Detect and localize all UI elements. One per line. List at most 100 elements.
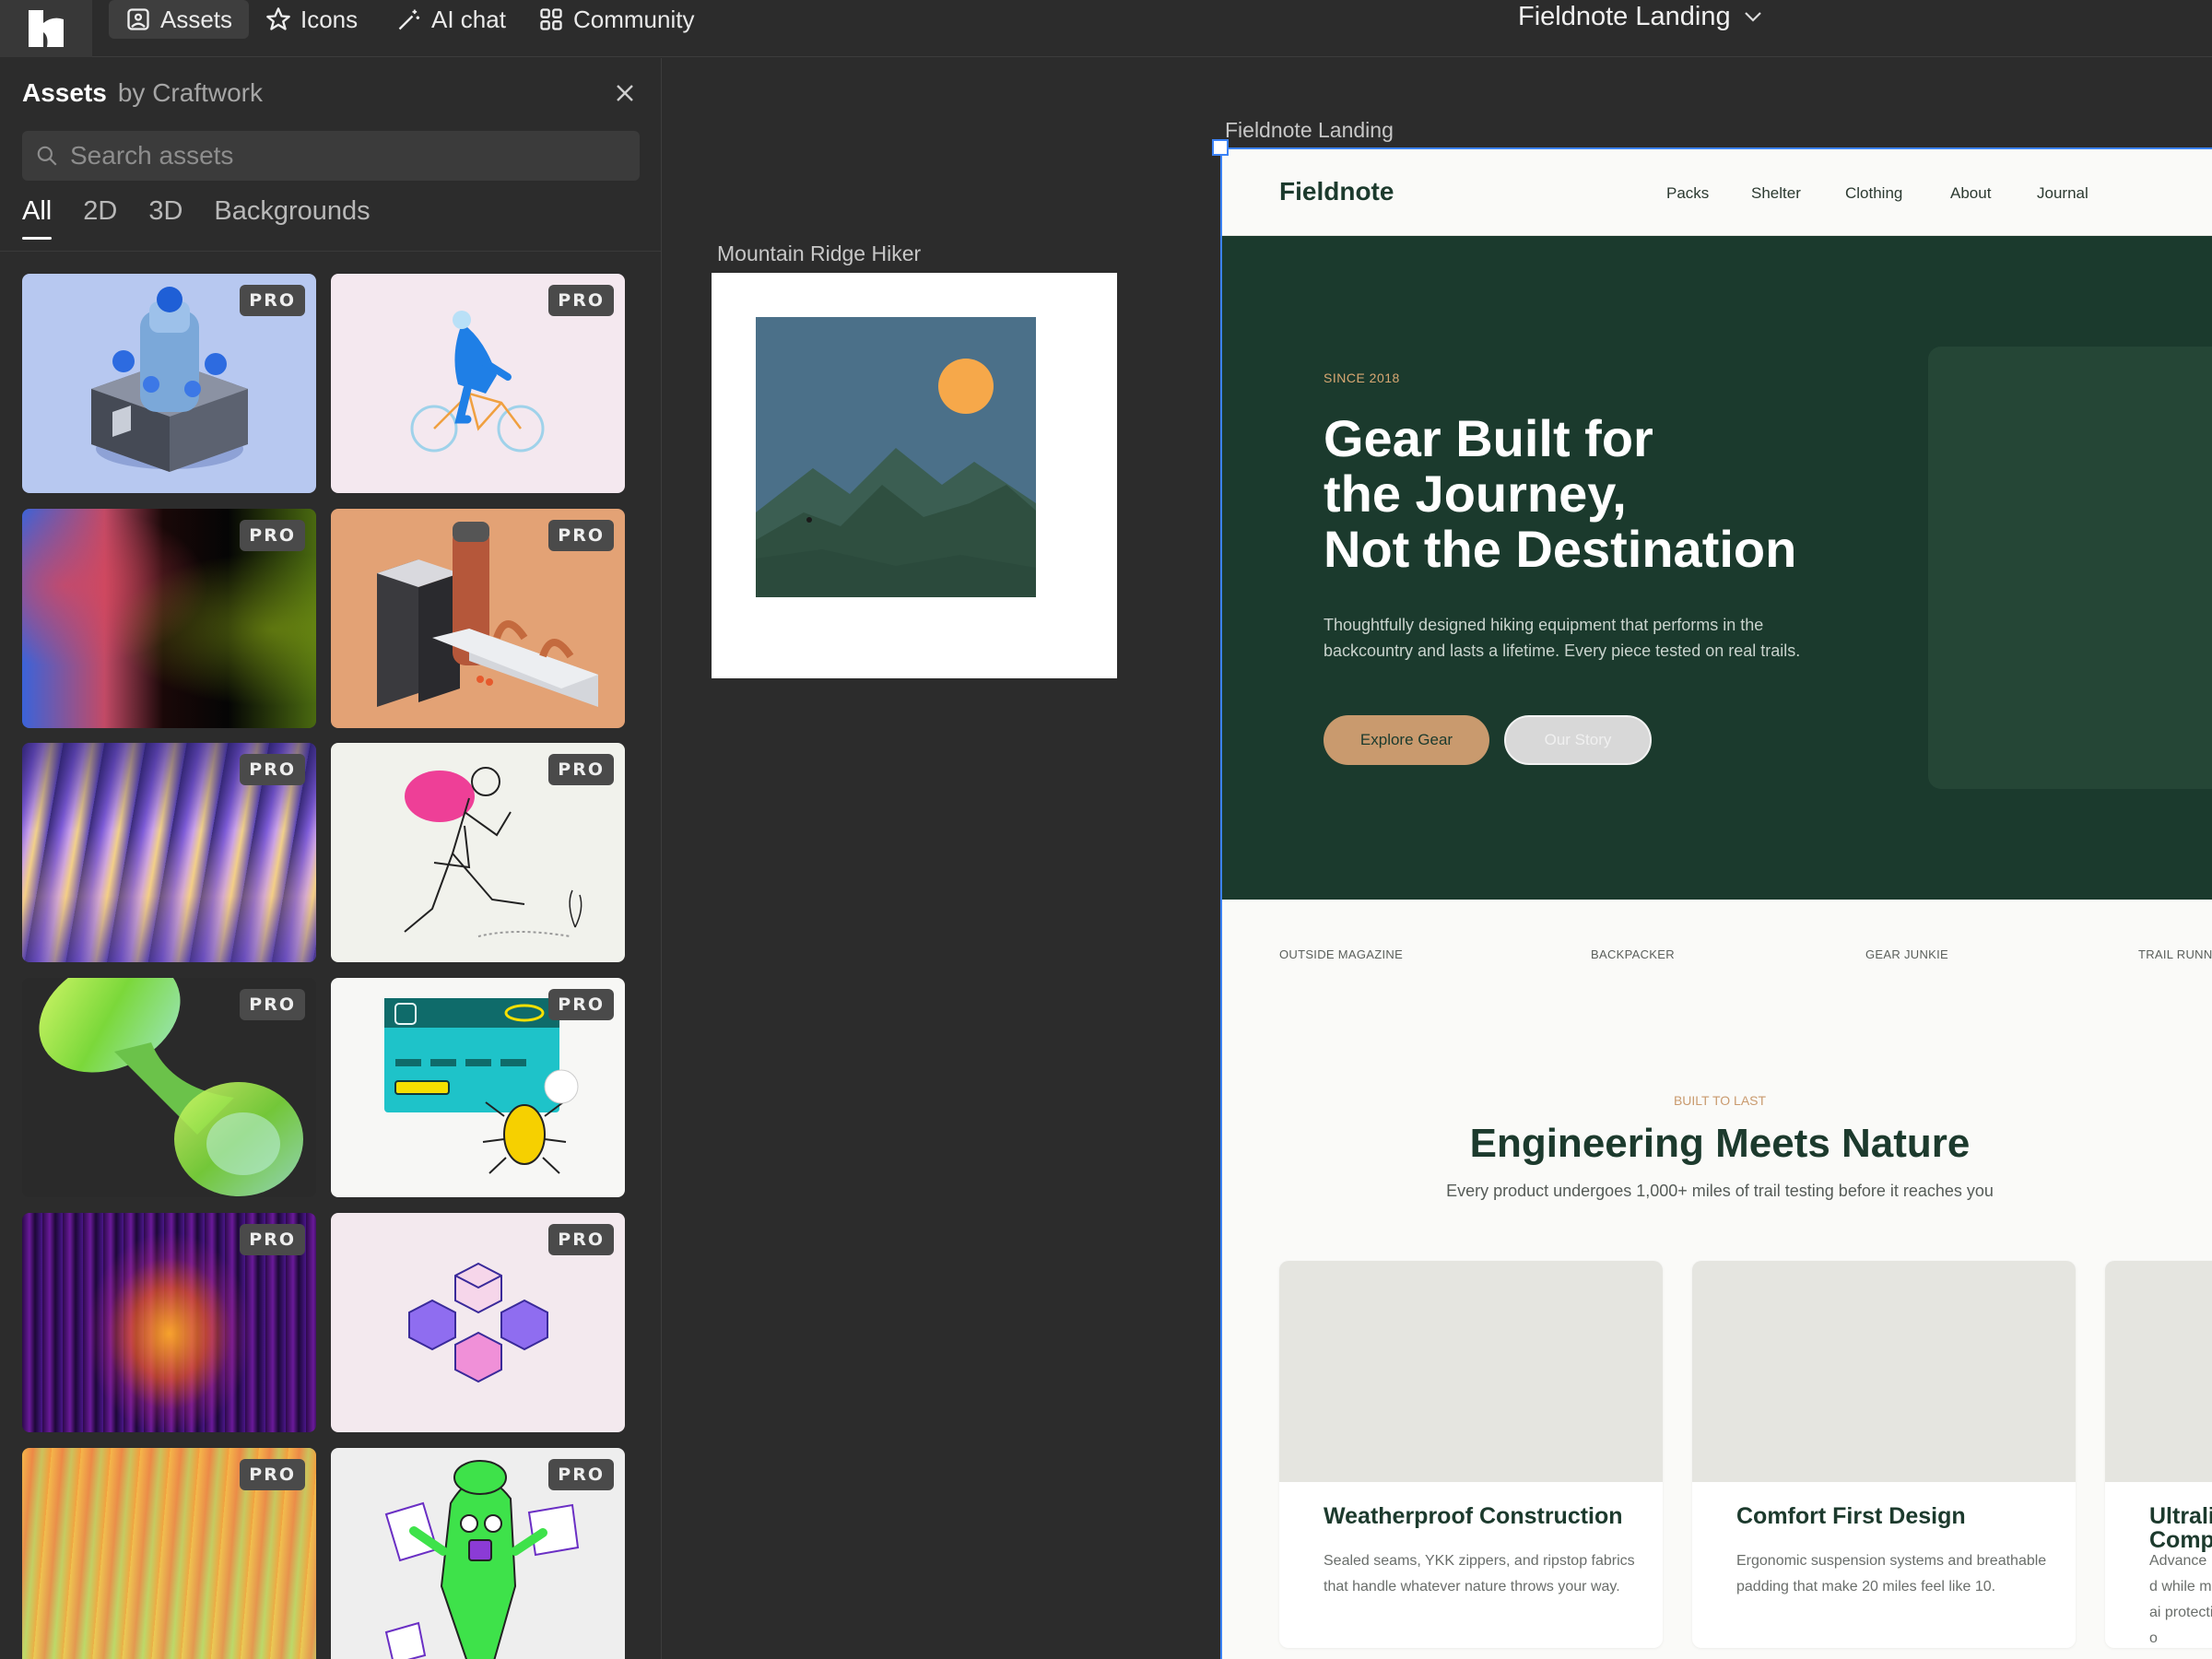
panel-header: Assets by Craftwork [22, 78, 263, 108]
explore-gear-button[interactable]: Explore Gear [1324, 715, 1489, 765]
asset-card[interactable]: PRO [331, 1448, 625, 1659]
hero-subtext: Thoughtfully designed hiking equipment t… [1324, 616, 1801, 660]
pro-badge: PRO [240, 520, 305, 551]
hero-headline-line: Not the Destination [1324, 520, 1797, 578]
hero-headline-line: the Journey, [1324, 465, 1627, 523]
tab-community-label: Community [573, 5, 695, 33]
document-title-dropdown[interactable]: Fieldnote Landing [1518, 0, 1762, 33]
pro-badge: PRO [240, 285, 305, 316]
search-box [22, 131, 640, 181]
feature-card[interactable]: Ultrali Comp Advanced while mai protecti… [2105, 1261, 2212, 1648]
pro-badge: PRO [240, 754, 305, 785]
fieldnote-landing-frame[interactable]: Fieldnote Packs Shelter Clothing About J… [1220, 147, 2212, 1659]
site-nav-packs[interactable]: Packs [1666, 184, 1709, 203]
pro-badge: PRO [548, 285, 614, 316]
assets-panel: Assets by Craftwork All 2D 3D Background… [0, 58, 662, 1659]
tab-assets[interactable]: Assets [109, 0, 250, 39]
tab-community[interactable]: Community [522, 0, 711, 39]
top-bar: Assets Icons AI chat Community Fieldnote… [0, 0, 2212, 57]
panel-title: Assets [22, 78, 107, 107]
image-icon [127, 8, 149, 30]
section-subtitle: Every product undergoes 1,000+ miles of … [1446, 1182, 1994, 1200]
feature-image-placeholder [1279, 1261, 1663, 1482]
site-header: Fieldnote Packs Shelter Clothing About J… [1222, 149, 2212, 236]
feature-title: Comfort First Design [1736, 1503, 1966, 1529]
star-icon [266, 7, 290, 30]
press-logo: TRAIL RUNNE [2138, 947, 2212, 961]
press-logo: BACKPACKER [1591, 947, 1675, 961]
grid-icon [540, 8, 562, 30]
tab-icons[interactable]: Icons [249, 0, 374, 39]
hiker-frame-label[interactable]: Mountain Ridge Hiker [717, 241, 921, 266]
selection-handle[interactable] [1212, 139, 1229, 156]
search-icon [37, 146, 57, 166]
close-panel-button[interactable] [612, 80, 638, 106]
asset-card[interactable]: PRO [22, 1448, 316, 1659]
site-nav-about[interactable]: About [1950, 184, 1991, 203]
pro-badge: PRO [240, 989, 305, 1020]
feature-description: Ergonomic suspension systems and breatha… [1736, 1553, 2047, 1594]
search-input[interactable] [70, 141, 623, 171]
mountain-ridge-hiker-frame[interactable] [712, 273, 1117, 678]
site-nav-journal[interactable]: Journal [2037, 184, 2088, 203]
feature-description: Sealed seams, YKK zippers, and ripstop f… [1324, 1553, 1635, 1594]
our-story-button[interactable]: Our Story [1504, 715, 1652, 765]
feature-image-placeholder [1692, 1261, 2076, 1482]
site-nav-shelter[interactable]: Shelter [1751, 184, 1801, 203]
pro-badge: PRO [240, 1224, 305, 1255]
pro-badge: PRO [548, 520, 614, 551]
site-nav-clothing[interactable]: Clothing [1845, 184, 1902, 203]
asset-card[interactable]: PRO [22, 743, 316, 962]
logo-icon [29, 10, 64, 47]
pro-badge: PRO [548, 1459, 614, 1490]
hero-section: SINCE 2018 Gear Built for the Journey, N… [1222, 236, 2212, 900]
hero-headline-line: Gear Built for [1324, 409, 1653, 467]
pro-badge: PRO [548, 989, 614, 1020]
app-window: Assets Icons AI chat Community Fieldnote… [0, 0, 2212, 1659]
feature-title: Ultrali Comp [2149, 1503, 2212, 1553]
tab-icons-label: Icons [300, 5, 359, 33]
asset-card[interactable]: PRO [22, 978, 316, 1197]
site-brand-logo[interactable]: Fieldnote [1279, 177, 1394, 206]
asset-card[interactable]: PRO [22, 274, 316, 493]
section-title: Engineering Meets Nature [1469, 1121, 1971, 1166]
press-logo: GEAR JUNKIE [1865, 947, 1948, 961]
panel-subtitle: by Craftwork [117, 78, 263, 107]
asset-card[interactable]: PRO [331, 743, 625, 962]
asset-card[interactable]: PRO [331, 509, 625, 728]
tab-ai-chat[interactable]: AI chat [380, 0, 523, 39]
section-eyebrow: BUILT TO LAST [1673, 1093, 1767, 1108]
hero-image-placeholder [1928, 347, 2212, 789]
feature-card[interactable]: Weatherproof Construction Sealed seams, … [1279, 1261, 1663, 1648]
press-logo: OUTSIDE MAGAZINE [1279, 947, 1404, 961]
filter-2d[interactable]: 2D [83, 196, 117, 240]
app-logo[interactable] [0, 0, 92, 57]
filter-all[interactable]: All [22, 196, 53, 240]
tab-assets-label: Assets [160, 5, 233, 33]
asset-card[interactable]: PRO [331, 274, 625, 493]
filter-backgrounds[interactable]: Backgrounds [214, 196, 370, 240]
feature-image-placeholder [2105, 1261, 2212, 1482]
filter-tabs: All 2D 3D Backgrounds [22, 196, 371, 240]
asset-card[interactable]: PRO [22, 509, 316, 728]
chevron-down-icon [1744, 12, 1761, 22]
asset-card[interactable]: PRO [331, 978, 625, 1197]
document-title: Fieldnote Landing [1518, 1, 1731, 31]
close-icon [617, 85, 633, 101]
pro-badge: PRO [240, 1459, 305, 1490]
pro-badge: PRO [548, 754, 614, 785]
feature-title: Weatherproof Construction [1324, 1503, 1623, 1529]
hero-headline: Gear Built for the Journey, Not the Dest… [1324, 411, 1913, 577]
tab-ai-chat-label: AI chat [431, 5, 506, 33]
filter-3d[interactable]: 3D [148, 196, 182, 240]
divider [0, 251, 661, 252]
mountain-landscape-illustration [756, 317, 1036, 597]
hero-eyebrow: SINCE 2018 [1324, 371, 1400, 385]
site-frame-label[interactable]: Fieldnote Landing [1225, 118, 1394, 143]
feature-description: Advanced while mai protectio [2149, 1553, 2212, 1646]
feature-card[interactable]: Comfort First Design Ergonomic suspensio… [1692, 1261, 2076, 1648]
pro-badge: PRO [548, 1224, 614, 1255]
magic-wand-icon [398, 9, 420, 30]
asset-card[interactable]: PRO [331, 1213, 625, 1432]
asset-card[interactable]: PRO [22, 1213, 316, 1432]
